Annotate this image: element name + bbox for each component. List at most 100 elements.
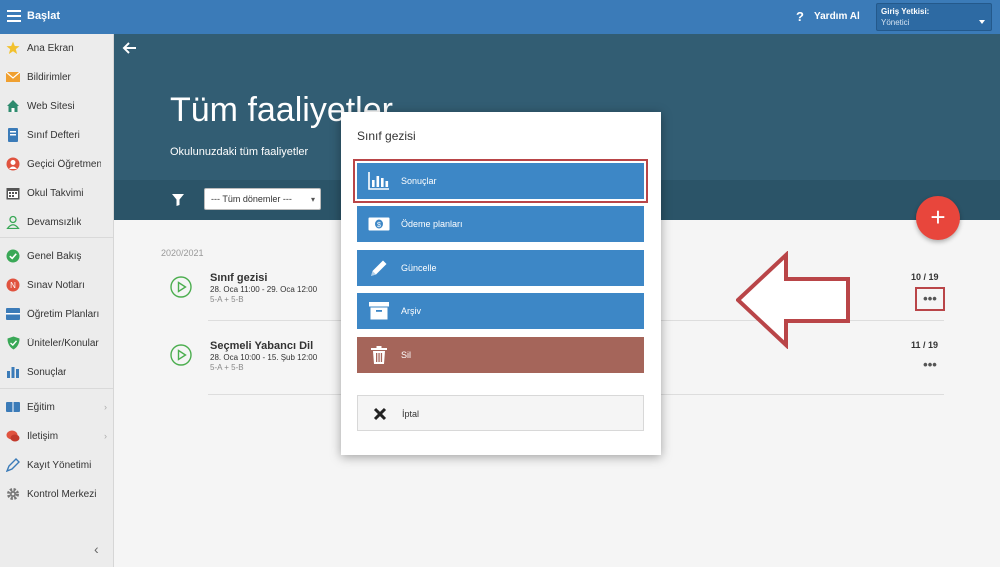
sidebar-item-label: Öğretim Planları — [27, 309, 100, 320]
shield-icon — [6, 336, 20, 350]
button-label: Ödeme planları — [401, 219, 463, 229]
activity-dates: 28. Oca 11:00 - 29. Oca 12:00 — [210, 285, 318, 294]
sidebar-item-iletisim[interactable]: İletişim › — [0, 423, 113, 449]
sidebar-item-label: Okul Takvimi — [27, 188, 84, 199]
bar-chart-icon — [6, 365, 20, 379]
annotation-arrow-icon — [736, 251, 850, 349]
activity-title[interactable]: Sınıf gezisi — [210, 272, 267, 284]
term-select-value: --- Tüm dönemler --- — [211, 194, 292, 204]
grade-icon: N — [6, 278, 20, 292]
cancel-button[interactable]: İptal — [357, 395, 644, 431]
role-value: Yönetici — [881, 18, 910, 27]
sidebar-item-kontrol-merkezi[interactable]: Kontrol Merkezi — [0, 481, 113, 507]
sidebar-item-label: Genel Bakış — [27, 251, 82, 262]
role-select[interactable]: Giriş Yetkisi: Yönetici — [876, 3, 992, 31]
sidebar-item-label: Kayıt Yönetimi — [27, 460, 92, 471]
x-icon — [368, 402, 392, 426]
back-arrow-icon[interactable] — [122, 40, 138, 56]
sidebar-collapse-icon[interactable]: ‹ — [94, 541, 99, 557]
button-label: Güncelle — [401, 263, 437, 273]
pencil-icon — [367, 256, 391, 280]
help-link[interactable]: Yardım Al — [814, 11, 860, 22]
book-icon — [6, 400, 20, 414]
sidebar-divider — [0, 237, 113, 238]
more-options-button[interactable]: ••• — [915, 355, 945, 379]
help-icon[interactable]: ? — [796, 9, 804, 24]
sidebar-item-web-sitesi[interactable]: Web Sitesi — [0, 93, 113, 119]
sidebar-item-label: Ana Ekran — [27, 43, 74, 54]
caret-down-icon — [979, 20, 985, 24]
archive-icon — [367, 299, 391, 323]
year-label: 2020/2021 — [161, 248, 204, 258]
delete-button[interactable]: Sil — [357, 337, 644, 373]
sidebar-item-ana-ekran[interactable]: Ana Ekran — [0, 35, 113, 61]
sidebar-item-label: İletişim — [27, 431, 59, 442]
sidebar-item-label: Sınıf Defteri — [27, 130, 80, 141]
chevron-down-icon: ▾ — [310, 195, 315, 204]
activity-count: 10 / 19 — [911, 272, 939, 282]
sidebar-item-label: Sınav Notları — [27, 280, 85, 291]
sidebar-item-kayit-yonetimi[interactable]: Kayıt Yönetimi — [0, 452, 113, 478]
star-icon — [6, 41, 20, 55]
sidebar-item-label: Geçici Öğretmen — [27, 159, 101, 170]
results-button[interactable]: Sonuçlar — [353, 159, 648, 203]
button-label: Sonuçlar — [401, 176, 437, 186]
sidebar-item-ogretim-planlari[interactable]: Öğretim Planları — [0, 301, 113, 327]
page-subtitle: Okulunuzdaki tüm faaliyetler — [170, 146, 309, 158]
money-icon: $ — [367, 212, 391, 236]
sidebar-item-label: Eğitim — [27, 402, 55, 413]
activity-classes: 5-A + 5-B — [210, 363, 244, 372]
sidebar-item-label: Sonuçlar — [27, 367, 67, 378]
sidebar-item-sinif-defteri[interactable]: Sınıf Defteri — [0, 122, 113, 148]
person-outline-icon — [6, 215, 20, 229]
action-dialog: Sınıf gezisi Sonuçlar $ Ödeme planları G… — [341, 112, 661, 455]
sidebar-divider — [0, 388, 113, 389]
sidebar-item-egitim[interactable]: Eğitim › — [0, 394, 113, 420]
sidebar-item-label: Bildirimler — [27, 72, 71, 83]
sidebar-item-gecici-ogretmen[interactable]: Geçici Öğretmen — [0, 151, 113, 177]
sidebar-item-label: Kontrol Merkezi — [27, 489, 97, 500]
svg-text:$: $ — [377, 222, 381, 229]
top-bar: Başlat ? Yardım Al Giriş Yetkisi: Yöneti… — [0, 0, 1000, 34]
term-select[interactable]: --- Tüm dönemler --- ▾ — [204, 188, 321, 210]
plan-icon — [6, 307, 20, 321]
bar-chart-icon — [367, 169, 391, 193]
sidebar-item-label: Devamsızlık — [27, 217, 82, 228]
app-title[interactable]: Başlat — [27, 10, 60, 22]
activity-title[interactable]: Seçmeli Yabancı Dil — [210, 340, 313, 352]
pen-icon — [6, 458, 20, 472]
more-options-button[interactable]: ••• — [915, 287, 945, 311]
role-title: Giriş Yetkisi: — [881, 7, 930, 16]
sidebar-item-uniteler-konular[interactable]: Üniteler/Konular — [0, 330, 113, 356]
update-button[interactable]: Güncelle — [357, 250, 644, 286]
add-activity-button[interactable]: + — [916, 196, 960, 240]
button-label: İptal — [402, 409, 420, 419]
chat-icon — [6, 429, 20, 443]
sidebar-item-devamsizlik[interactable]: Devamsızlık — [0, 209, 113, 235]
check-circle-icon — [6, 249, 20, 263]
trash-icon — [367, 343, 391, 367]
home-icon — [6, 99, 20, 113]
sidebar-item-genel-bakis[interactable]: Genel Bakış — [0, 243, 113, 269]
sidebar-item-sonuclar[interactable]: Sonuçlar — [0, 359, 113, 385]
payment-plans-button[interactable]: $ Ödeme planları — [357, 206, 644, 242]
play-circle-icon[interactable] — [170, 344, 192, 366]
activity-dates: 28. Oca 10:00 - 15. Şub 12:00 — [210, 353, 318, 362]
play-circle-icon[interactable] — [170, 276, 192, 298]
chevron-right-icon: › — [104, 431, 107, 441]
hamburger-menu-icon[interactable] — [7, 10, 21, 22]
activity-classes: 5-A + 5-B — [210, 295, 244, 304]
filter-icon[interactable] — [172, 194, 184, 206]
button-label: Arşiv — [401, 306, 421, 316]
archive-button[interactable]: Arşiv — [357, 293, 644, 329]
calendar-icon — [6, 186, 20, 200]
sidebar-item-label: Üniteler/Konular — [27, 338, 99, 349]
activity-count: 11 / 19 — [911, 340, 939, 350]
chevron-right-icon: › — [104, 402, 107, 412]
sidebar-item-bildirimler[interactable]: Bildirimler — [0, 64, 113, 90]
sidebar-item-sinav-notlari[interactable]: N Sınav Notları — [0, 272, 113, 298]
dialog-title: Sınıf gezisi — [357, 129, 416, 143]
button-label: Sil — [401, 350, 412, 360]
gear-icon — [6, 487, 20, 501]
sidebar-item-okul-takvimi[interactable]: Okul Takvimi — [0, 180, 113, 206]
